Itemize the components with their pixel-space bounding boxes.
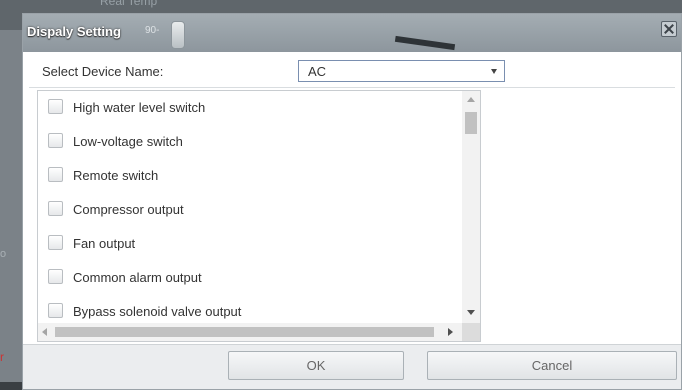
chevron-down-icon bbox=[491, 69, 497, 74]
list-item-label: Low-voltage switch bbox=[73, 134, 183, 149]
vertical-scrollbar[interactable] bbox=[462, 91, 480, 323]
dialog-footer: OK Cancel bbox=[23, 344, 681, 389]
list-item-label: Bypass solenoid valve output bbox=[73, 304, 242, 319]
list-item-label: Common alarm output bbox=[73, 270, 202, 285]
background-edge-text-red: r bbox=[0, 350, 4, 364]
list-item[interactable]: High water level switch bbox=[38, 99, 458, 133]
vertical-scroll-thumb[interactable] bbox=[465, 112, 477, 134]
select-device-label: Select Device Name: bbox=[42, 64, 164, 79]
list-item-label: High water level switch bbox=[73, 100, 206, 115]
checkbox[interactable] bbox=[48, 269, 63, 284]
list-item[interactable]: Fan output bbox=[38, 235, 458, 269]
list-item-label: Compressor output bbox=[73, 202, 184, 217]
list-item-label: Fan output bbox=[73, 236, 136, 251]
dialog-title: Dispaly Setting bbox=[27, 24, 121, 39]
checkbox[interactable] bbox=[48, 303, 63, 318]
ok-button[interactable]: OK bbox=[228, 351, 404, 380]
list-item[interactable]: Remote switch bbox=[38, 167, 458, 201]
title-ghost-text: 90- bbox=[145, 25, 160, 36]
background-edge-text: o bbox=[0, 248, 7, 260]
list-item[interactable]: Low-voltage switch bbox=[38, 133, 458, 167]
dialog-titlebar[interactable]: Dispaly Setting 90- bbox=[23, 14, 681, 52]
checkbox[interactable] bbox=[48, 133, 63, 148]
thermometer-icon bbox=[171, 21, 185, 49]
cancel-button[interactable]: Cancel bbox=[427, 351, 677, 380]
horizontal-scrollbar[interactable] bbox=[38, 323, 462, 341]
background-ghost-text: Real Temp bbox=[100, 0, 158, 8]
scroll-left-icon[interactable] bbox=[42, 328, 47, 336]
scroll-corner bbox=[462, 323, 480, 341]
list-item-label: Remote switch bbox=[73, 168, 159, 183]
close-icon[interactable] bbox=[661, 21, 677, 37]
divider bbox=[29, 87, 675, 88]
checkbox[interactable] bbox=[48, 99, 63, 114]
device-select-value: AC bbox=[308, 64, 327, 79]
background-stroke bbox=[394, 35, 456, 51]
list-item[interactable]: Common alarm output bbox=[38, 269, 458, 303]
signal-checkbox-list[interactable]: High water level switch Low-voltage swit… bbox=[37, 90, 481, 342]
horizontal-scroll-thumb[interactable] bbox=[55, 327, 434, 337]
checkbox[interactable] bbox=[48, 201, 63, 216]
scroll-down-icon[interactable] bbox=[467, 310, 475, 315]
scroll-up-icon[interactable] bbox=[467, 97, 475, 102]
checkbox[interactable] bbox=[48, 167, 63, 182]
device-name-select[interactable]: AC bbox=[298, 60, 505, 82]
scroll-right-icon[interactable] bbox=[448, 328, 453, 336]
list-item[interactable]: Compressor output bbox=[38, 201, 458, 235]
display-setting-dialog: Dispaly Setting 90- Select Device Name: … bbox=[22, 13, 682, 390]
checkbox[interactable] bbox=[48, 235, 63, 250]
